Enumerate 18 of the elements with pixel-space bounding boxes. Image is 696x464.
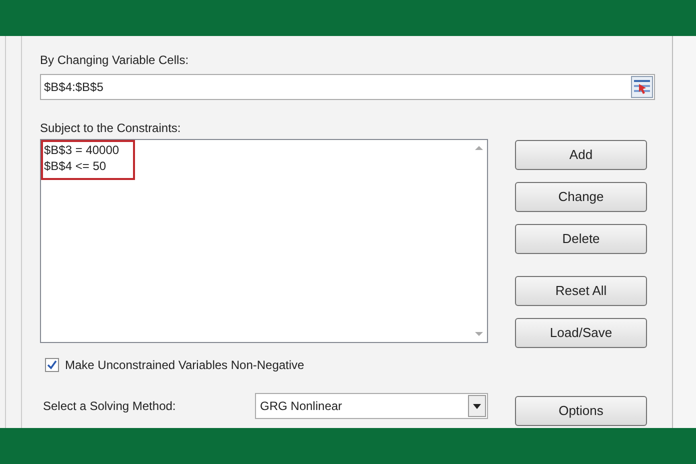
method-dropdown[interactable]: GRG Nonlinear bbox=[255, 393, 488, 419]
dialog-button[interactable]: Delete bbox=[515, 224, 647, 254]
field-label: By Changing Variable Cells: bbox=[40, 52, 189, 69]
constraints-list[interactable]: $B$3 = 40000 $B$4 <= 50 bbox=[40, 139, 488, 343]
range-select-icon[interactable] bbox=[631, 76, 653, 98]
dialog-button[interactable]: Add bbox=[515, 140, 647, 170]
field-label: Subject to the Constraints: bbox=[40, 120, 181, 137]
dialog-button[interactable]: Load/Save bbox=[515, 318, 647, 348]
checkbox[interactable] bbox=[45, 358, 59, 372]
field-label: Select a Solving Method: bbox=[42, 398, 177, 415]
checkbox-label: Make Unconstrained Variables Non-Negative bbox=[65, 357, 304, 374]
constraint-item[interactable]: $B$4 <= 50 bbox=[44, 158, 106, 174]
options-button[interactable]: Options bbox=[515, 396, 647, 426]
dialog-button[interactable]: Reset All bbox=[515, 276, 647, 306]
cell-range-field[interactable]: $B$4:$B$5 bbox=[40, 74, 655, 100]
constraint-item[interactable]: $B$3 = 40000 bbox=[44, 142, 120, 158]
dropdown-arrow-icon bbox=[473, 404, 481, 408]
dialog-button[interactable]: Change bbox=[515, 182, 647, 212]
